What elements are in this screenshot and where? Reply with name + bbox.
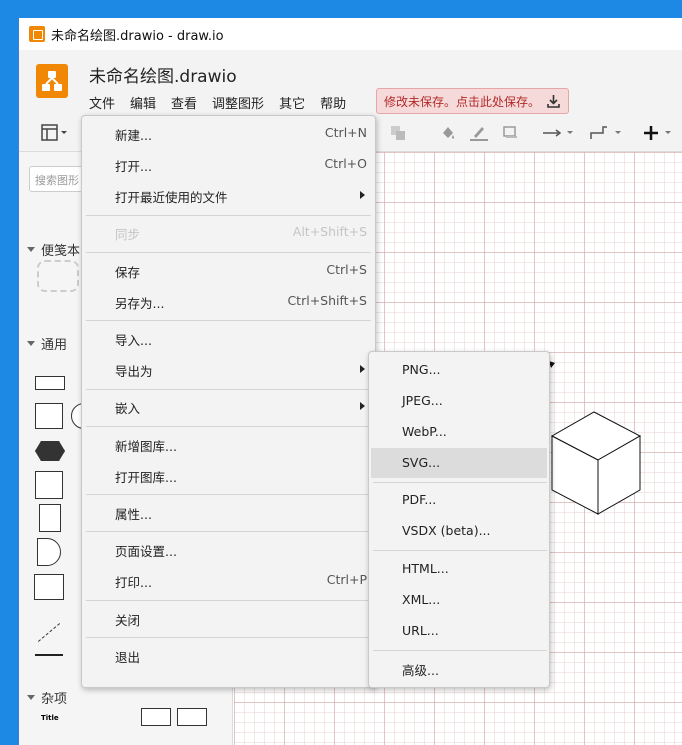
shadow-icon[interactable] bbox=[501, 123, 519, 143]
export-submenu: PNG... JPEG... WebP... SVG... PDF... VSD… bbox=[368, 351, 550, 688]
shape-document[interactable] bbox=[39, 504, 61, 532]
shape-internal-storage[interactable] bbox=[35, 471, 63, 499]
menu-item-exit[interactable]: 退出 bbox=[82, 640, 375, 670]
window-titlebar: 未命名绘图.drawio - draw.io bbox=[19, 18, 682, 50]
export-pdf[interactable]: PDF... bbox=[371, 485, 547, 515]
shape-table-2[interactable] bbox=[177, 708, 207, 726]
section-misc-label: 杂项 bbox=[41, 692, 68, 707]
drawio-app-icon bbox=[29, 26, 45, 42]
shape-delay[interactable] bbox=[37, 538, 61, 566]
to-back-icon[interactable] bbox=[389, 123, 407, 143]
shape-rectangle[interactable] bbox=[35, 376, 65, 390]
export-url[interactable]: URL... bbox=[371, 616, 547, 646]
file-menu: 新建... Ctrl+N 打开... Ctrl+O 打开最近使用的文件 同步 A… bbox=[81, 115, 376, 688]
shape-line[interactable] bbox=[35, 654, 63, 656]
menu-file[interactable]: 文件 bbox=[89, 92, 115, 113]
connection-style-icon[interactable] bbox=[541, 123, 577, 143]
export-png[interactable]: PNG... bbox=[371, 355, 547, 385]
fill-color-icon[interactable] bbox=[439, 123, 457, 143]
menu-item-save-as[interactable]: 另存为... Ctrl+Shift+S bbox=[82, 286, 375, 316]
menu-separator bbox=[86, 494, 371, 495]
menu-item-new[interactable]: 新建... Ctrl+N bbox=[82, 118, 375, 148]
export-jpeg[interactable]: JPEG... bbox=[371, 386, 547, 416]
window-title: 未命名绘图.drawio - draw.io bbox=[51, 28, 224, 44]
menu-separator bbox=[86, 320, 371, 321]
menu-separator bbox=[373, 482, 547, 483]
shape-dashed-line[interactable] bbox=[37, 623, 61, 642]
format-panel-toggle[interactable] bbox=[41, 123, 67, 143]
submenu-arrow-icon bbox=[360, 365, 365, 373]
menu-separator bbox=[86, 531, 371, 532]
line-color-icon[interactable] bbox=[469, 123, 489, 143]
shape-hexagon[interactable] bbox=[35, 441, 65, 461]
menu-item-open-recent[interactable]: 打开最近使用的文件 bbox=[82, 180, 375, 210]
panel-layout-icon bbox=[41, 124, 67, 141]
menu-item-open-library[interactable]: 打开图库... bbox=[82, 460, 375, 490]
section-scratchpad[interactable]: 便笺本 bbox=[27, 240, 80, 259]
section-scratchpad-label: 便笺本 bbox=[41, 244, 81, 259]
document-title[interactable]: 未命名绘图.drawio bbox=[89, 62, 237, 87]
shape-square[interactable] bbox=[35, 403, 63, 429]
submenu-arrow-icon bbox=[360, 191, 365, 199]
menu-item-new-library[interactable]: 新增图库... bbox=[82, 429, 375, 459]
menu-extras[interactable]: 其它 bbox=[279, 92, 305, 113]
section-general[interactable]: 通用 bbox=[27, 334, 67, 353]
insert-plus-icon[interactable] bbox=[643, 123, 677, 143]
export-svg[interactable]: SVG... bbox=[371, 448, 547, 478]
menu-separator bbox=[86, 637, 371, 638]
menu-bar: 文件 编辑 查看 调整图形 其它 帮助 bbox=[89, 92, 361, 113]
collapse-icon bbox=[27, 247, 35, 252]
menu-item-export-as[interactable]: 导出为 bbox=[82, 354, 375, 384]
menu-item-synchronize: 同步 Alt+Shift+S bbox=[115, 224, 367, 242]
shape-list[interactable] bbox=[34, 574, 64, 600]
menu-help[interactable]: 帮助 bbox=[320, 92, 346, 113]
shape-search-input[interactable]: 搜索图形 bbox=[29, 166, 89, 192]
export-webp[interactable]: WebP... bbox=[371, 417, 547, 447]
drawio-logo-icon bbox=[36, 64, 68, 98]
export-advanced[interactable]: 高级... bbox=[371, 653, 547, 683]
unsaved-changes-label: 修改未保存。点击此处保存。 bbox=[384, 94, 541, 109]
menu-separator bbox=[373, 650, 547, 651]
export-vsdx[interactable]: VSDX (beta)... bbox=[371, 516, 547, 546]
section-general-label: 通用 bbox=[41, 338, 68, 353]
shape-table[interactable] bbox=[141, 708, 171, 726]
section-misc[interactable]: 杂项 bbox=[27, 688, 67, 707]
collapse-icon bbox=[27, 695, 35, 700]
isometric-cube-shape[interactable] bbox=[544, 410, 644, 520]
menu-separator bbox=[86, 389, 371, 390]
menu-separator bbox=[373, 550, 547, 551]
shape-title-text[interactable]: Title bbox=[41, 714, 59, 722]
menu-item-import[interactable]: 导入... bbox=[82, 323, 375, 353]
export-html[interactable]: HTML... bbox=[371, 554, 547, 584]
app-window: 未命名绘图.drawio - draw.io 未命名绘图.drawio 文件 编… bbox=[18, 18, 682, 745]
download-icon bbox=[547, 95, 560, 108]
menu-edit[interactable]: 编辑 bbox=[130, 92, 156, 113]
menu-item-close[interactable]: 关闭 bbox=[82, 603, 375, 633]
scratchpad-dropzone[interactable] bbox=[37, 260, 79, 292]
export-xml[interactable]: XML... bbox=[371, 585, 547, 615]
menu-separator bbox=[86, 426, 371, 427]
menu-item-properties[interactable]: 属性... bbox=[82, 497, 375, 527]
menu-separator bbox=[86, 600, 371, 601]
menu-item-embed[interactable]: 嵌入 bbox=[82, 391, 375, 421]
menu-separator bbox=[86, 252, 371, 253]
menu-view[interactable]: 查看 bbox=[171, 92, 197, 113]
menu-item-open[interactable]: 打开... Ctrl+O bbox=[82, 149, 375, 179]
menu-item-print[interactable]: 打印... Ctrl+P bbox=[82, 565, 375, 595]
menu-item-save[interactable]: 保存 Ctrl+S bbox=[82, 255, 375, 285]
unsaved-changes-button[interactable]: 修改未保存。点击此处保存。 bbox=[376, 88, 569, 114]
menu-arrange[interactable]: 调整图形 bbox=[212, 92, 264, 113]
menu-item-page-setup[interactable]: 页面设置... bbox=[82, 534, 375, 564]
waypoints-icon[interactable] bbox=[589, 123, 625, 143]
collapse-icon bbox=[27, 341, 35, 346]
menu-separator bbox=[86, 215, 371, 216]
submenu-arrow-icon bbox=[360, 402, 365, 410]
